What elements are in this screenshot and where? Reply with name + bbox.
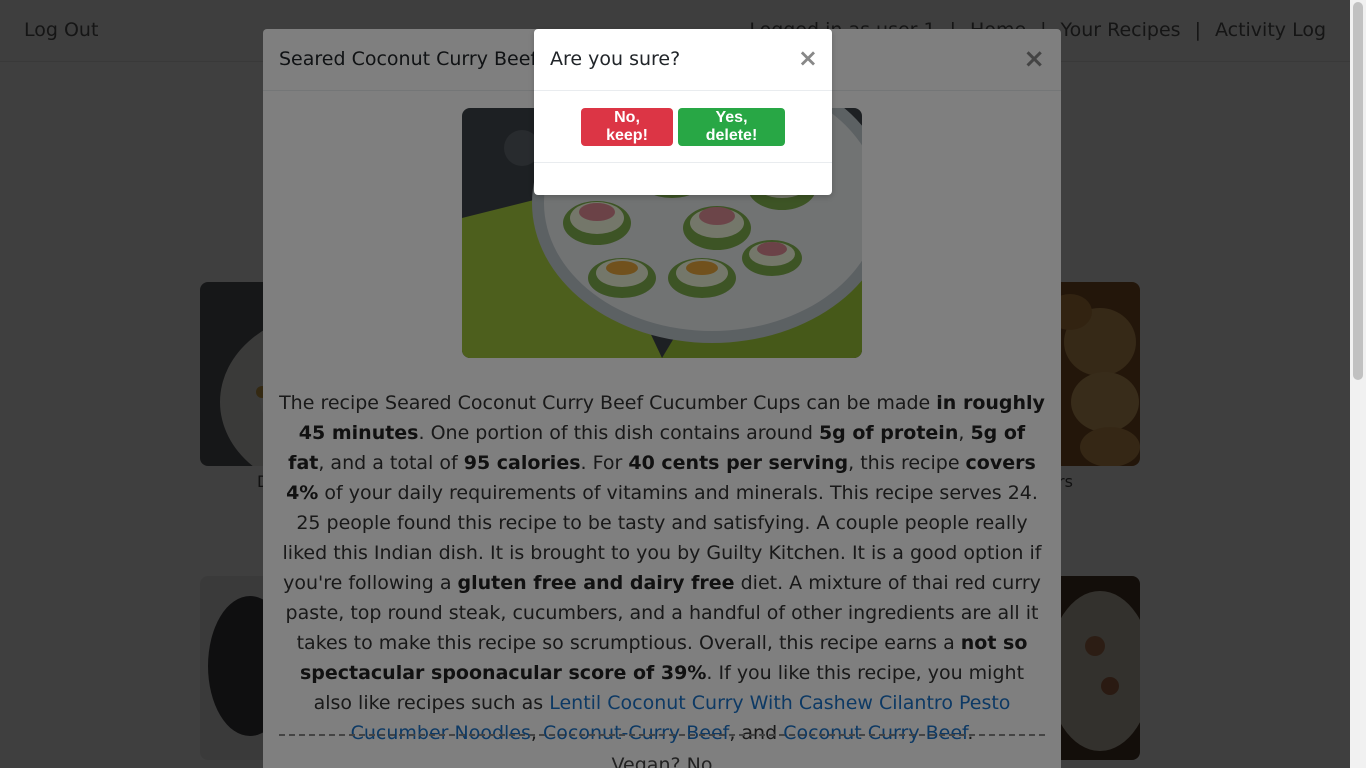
confirm-delete-modal: Are you sure? × No, keep! Yes, delete!: [534, 29, 832, 195]
delete-button[interactable]: Yes, delete!: [678, 108, 785, 146]
confirm-modal-body: No, keep! Yes, delete!: [534, 91, 832, 163]
page-scrollbar[interactable]: [1350, 0, 1366, 768]
scrollbar-thumb[interactable]: [1353, 2, 1363, 380]
keep-button[interactable]: No, keep!: [581, 108, 673, 146]
close-icon[interactable]: ×: [798, 44, 818, 72]
confirm-modal-title: Are you sure?: [550, 48, 681, 70]
confirm-modal-header: Are you sure? ×: [534, 29, 832, 91]
